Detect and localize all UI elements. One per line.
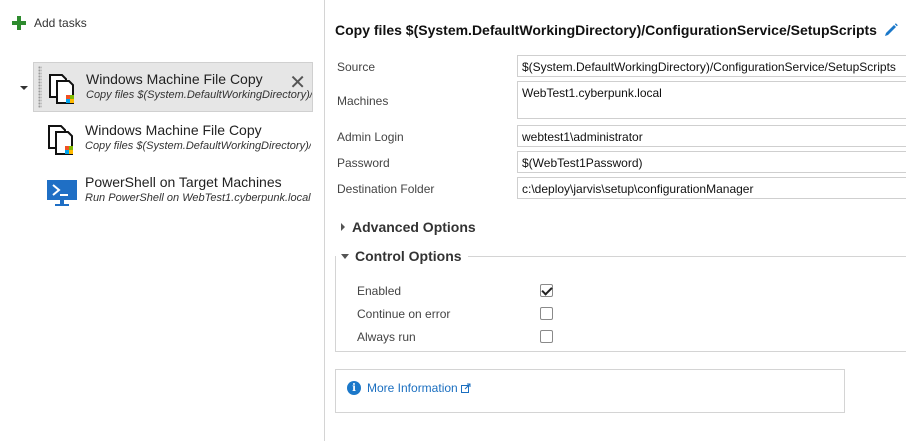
control-options-label: Control Options	[355, 248, 462, 264]
more-information-panel: i More Information	[335, 369, 845, 413]
enabled-checkbox[interactable]	[540, 284, 553, 297]
always-run-label: Always run	[357, 330, 416, 344]
always-run-checkbox[interactable]	[540, 330, 553, 343]
admin-login-input[interactable]: webtest1\administrator	[517, 125, 906, 147]
expanded-triangle-icon	[341, 253, 349, 259]
more-information-link[interactable]: i More Information	[347, 381, 471, 395]
task-item-file-copy-1[interactable]: Windows Machine File Copy Copy files $(S…	[33, 62, 313, 112]
control-options-group	[335, 256, 906, 352]
destination-folder-input[interactable]: c:\deploy\jarvis\setup\configurationMana…	[517, 177, 906, 199]
field-label: Password	[337, 156, 390, 170]
add-tasks-label: Add tasks	[34, 16, 87, 30]
task-item-powershell[interactable]: PowerShell on Target Machines Run PowerS…	[33, 166, 313, 216]
continue-on-error-label: Continue on error	[357, 307, 451, 321]
drag-handle-icon[interactable]	[38, 66, 42, 108]
file-copy-icon	[48, 125, 73, 155]
task-subtitle: Run PowerShell on WebTest1.cyberpunk.loc…	[85, 192, 311, 204]
expand-caret-icon[interactable]	[20, 86, 28, 90]
continue-on-error-checkbox[interactable]	[540, 307, 553, 320]
divider	[466, 256, 906, 257]
task-detail-pane: Copy files $(System.DefaultWorkingDirect…	[326, 0, 906, 441]
enabled-label: Enabled	[357, 284, 402, 298]
add-tasks-button[interactable]: Add tasks	[12, 16, 87, 30]
task-title: Windows Machine File Copy	[86, 71, 263, 87]
detail-title: Copy files $(System.DefaultWorkingDirect…	[335, 22, 877, 38]
field-label: Machines	[337, 94, 389, 108]
more-information-label: More Information	[367, 381, 458, 395]
advanced-options-toggle[interactable]: Advanced Options	[341, 219, 476, 235]
task-list-pane: Add tasks Windows Machine File Copy Copy…	[0, 0, 325, 441]
file-copy-icon	[49, 74, 74, 104]
password-input[interactable]: $(WebTest1Password)	[517, 151, 906, 173]
field-label: Destination Folder	[337, 182, 435, 196]
plus-icon	[12, 16, 26, 30]
task-title: Windows Machine File Copy	[85, 122, 262, 138]
info-icon: i	[347, 381, 361, 395]
task-title: PowerShell on Target Machines	[85, 174, 282, 190]
detail-title-row: Copy files $(System.DefaultWorkingDirect…	[335, 22, 899, 38]
task-subtitle: Copy files $(System.DefaultWorkingDirect…	[85, 140, 311, 152]
machines-input[interactable]: WebTest1.cyberpunk.local	[517, 81, 906, 119]
control-options-toggle[interactable]: Control Options	[341, 248, 468, 264]
task-item-file-copy-2[interactable]: Windows Machine File Copy Copy files $(S…	[33, 114, 313, 164]
task-subtitle: Copy files $(System.DefaultWorkingDirect…	[86, 89, 312, 101]
external-link-icon	[460, 383, 471, 393]
field-label: Source	[337, 60, 376, 74]
advanced-options-label: Advanced Options	[352, 219, 476, 235]
powershell-icon	[47, 180, 77, 206]
collapsed-triangle-icon	[341, 223, 345, 231]
edit-pencil-icon[interactable]	[883, 22, 899, 38]
source-input[interactable]: $(System.DefaultWorkingDirectory)/Config…	[517, 55, 906, 77]
field-label: Admin Login	[337, 130, 404, 144]
remove-task-close-icon[interactable]: ✕	[289, 73, 306, 93]
